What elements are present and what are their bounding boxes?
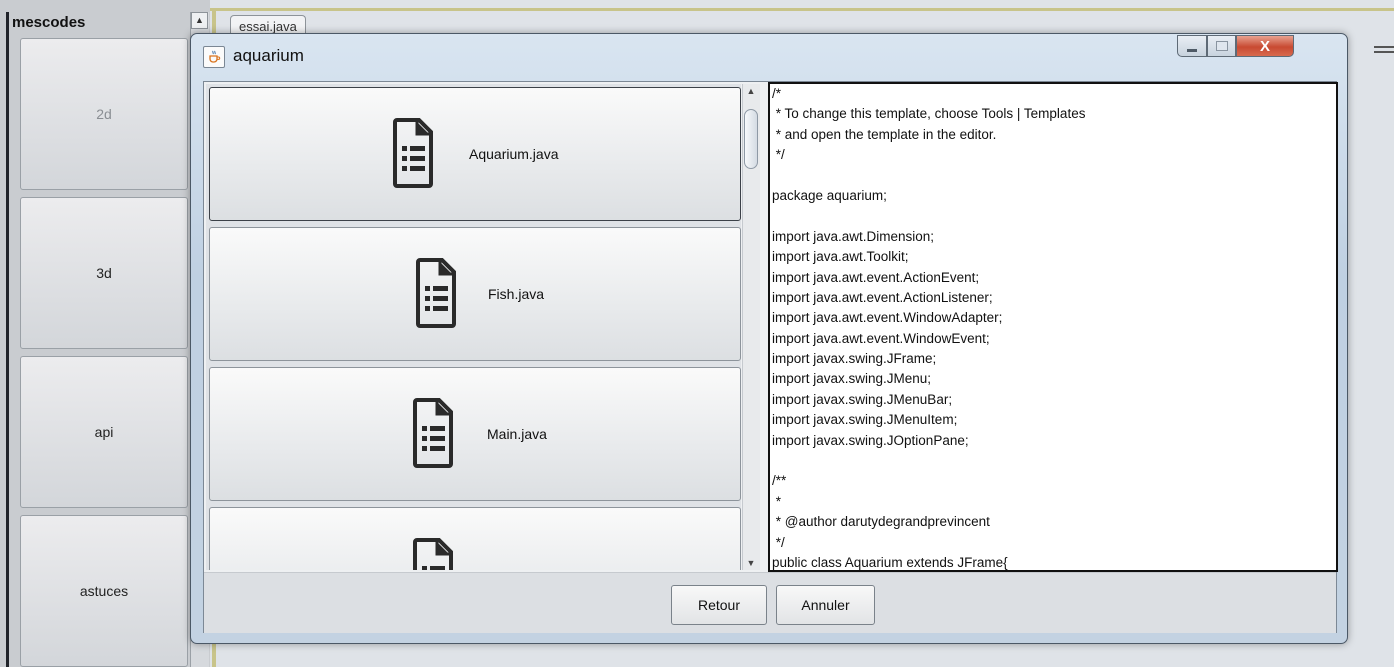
code-line: public class Aquarium extends JFrame{ bbox=[772, 554, 1008, 570]
file-button-fish[interactable]: Fish.java bbox=[209, 227, 741, 361]
minimize-button[interactable] bbox=[1177, 35, 1207, 57]
code-line: import javax.swing.JMenu; bbox=[772, 371, 932, 387]
code-line: import javax.swing.JFrame; bbox=[772, 351, 937, 367]
category-button-3d[interactable]: 3d bbox=[20, 197, 188, 349]
close-button[interactable]: X bbox=[1236, 35, 1294, 57]
file-document-icon bbox=[413, 398, 453, 468]
dialog-content: Aquarium.java Fish.java Main.java ▲ ▼ /*… bbox=[203, 81, 1338, 633]
dialog-footer: Retour Annuler bbox=[204, 572, 1336, 633]
back-button[interactable]: Retour bbox=[671, 585, 767, 625]
close-icon: X bbox=[1259, 37, 1270, 55]
code-line: * bbox=[772, 493, 782, 509]
panel-title: mescodes bbox=[12, 14, 86, 31]
file-name-label: Fish.java bbox=[488, 286, 545, 302]
editor-top-border bbox=[210, 8, 1394, 11]
category-button-2d[interactable]: 2d bbox=[20, 38, 188, 190]
code-line: package aquarium; bbox=[772, 187, 887, 203]
code-line: * To change this template, choose Tools … bbox=[772, 106, 1086, 122]
category-label: api bbox=[94, 424, 114, 440]
code-line: import java.awt.Toolkit; bbox=[772, 249, 909, 265]
file-list: Aquarium.java Fish.java Main.java bbox=[206, 84, 741, 570]
code-line: */ bbox=[772, 534, 785, 550]
code-line: /* bbox=[772, 86, 782, 101]
code-line: import javax.swing.JOptionPane; bbox=[772, 432, 969, 448]
code-viewer[interactable]: /* * To change this template, choose Too… bbox=[768, 82, 1338, 572]
code-line: import java.awt.Dimension; bbox=[772, 228, 935, 244]
panel-border bbox=[6, 12, 9, 667]
divider bbox=[1374, 46, 1394, 48]
code-line: import java.awt.event.WindowAdapter; bbox=[772, 310, 1003, 326]
category-button-api[interactable]: api bbox=[20, 356, 188, 508]
scroll-down-arrow-icon[interactable]: ▼ bbox=[745, 556, 757, 570]
code-line: /** bbox=[772, 473, 787, 489]
category-label: astuces bbox=[79, 583, 129, 599]
file-document-icon bbox=[393, 118, 433, 188]
code-line: * and open the template in the editor. bbox=[772, 126, 997, 142]
dialog-title: aquarium bbox=[233, 46, 304, 65]
file-button-main[interactable]: Main.java bbox=[209, 367, 741, 501]
minimize-icon bbox=[1187, 48, 1197, 52]
code-line: import java.awt.event.ActionListener; bbox=[772, 289, 993, 305]
file-name-label: Aquarium.java bbox=[469, 146, 559, 162]
scroll-thumb[interactable] bbox=[744, 109, 758, 169]
category-label: 3d bbox=[96, 265, 112, 281]
maximize-icon bbox=[1215, 41, 1228, 51]
cancel-button[interactable]: Annuler bbox=[776, 585, 875, 625]
file-document-icon bbox=[416, 258, 456, 328]
code-line: * @author darutydegrandprevincent bbox=[772, 514, 990, 530]
divider bbox=[1374, 51, 1394, 53]
java-cup-icon bbox=[203, 46, 225, 68]
code-line: import java.awt.event.WindowEvent; bbox=[772, 330, 990, 346]
scroll-up-arrow-icon[interactable]: ▲ bbox=[191, 12, 208, 29]
category-button-astuces[interactable]: astuces bbox=[20, 515, 188, 667]
aquarium-dialog: aquarium X Aquarium.java Fish.java Main.… bbox=[190, 33, 1348, 644]
code-line: */ bbox=[772, 147, 785, 163]
maximize-button[interactable] bbox=[1207, 35, 1236, 57]
code-line: import javax.swing.JMenuItem; bbox=[772, 412, 958, 428]
file-document-icon bbox=[413, 538, 453, 570]
file-list-scrollbar[interactable]: ▲ ▼ bbox=[742, 84, 760, 570]
file-name-label: Main.java bbox=[487, 426, 547, 442]
file-button-aquarium[interactable]: Aquarium.java bbox=[209, 87, 741, 221]
category-label: 2d bbox=[96, 106, 112, 122]
code-line: import javax.swing.JMenuBar; bbox=[772, 391, 953, 407]
file-button-partial[interactable] bbox=[209, 507, 741, 570]
scroll-up-arrow-icon[interactable]: ▲ bbox=[745, 84, 757, 98]
code-line: import java.awt.event.ActionEvent; bbox=[772, 269, 980, 285]
